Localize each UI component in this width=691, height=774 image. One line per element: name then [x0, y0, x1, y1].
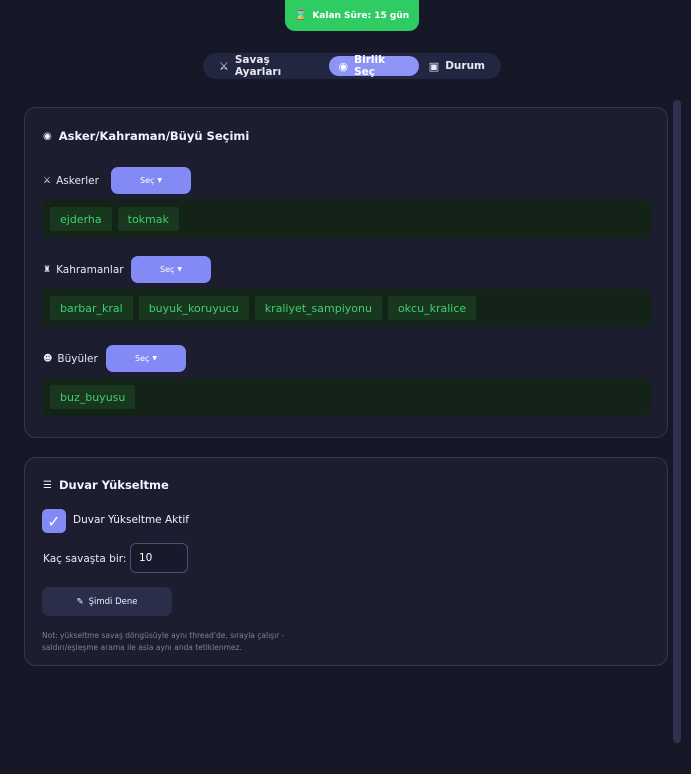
- remaining-time-badge: ⌛ Kalan Süre: 15 gün: [285, 0, 419, 31]
- heroes-tag-list: barbar_kral buyuk_koruyucu kraliyet_samp…: [42, 289, 651, 327]
- hero-tag[interactable]: okcu_kralice: [387, 296, 477, 320]
- spell-tag[interactable]: buz_buyusu: [50, 385, 136, 409]
- card-title-text: Duvar Yükseltme: [58, 478, 169, 492]
- hero-icon: ♜: [43, 265, 52, 275]
- wall-upgrade-note: Not: yükseltme savaş döngüsüyle aynı thr…: [42, 631, 285, 652]
- tab-unit-select[interactable]: ◉ Birlik Seç: [328, 54, 419, 78]
- heroes-label: ♜ Kahramanlar: [43, 264, 124, 276]
- target-icon: ◉: [43, 130, 52, 142]
- hero-tag[interactable]: buyuk_koruyucu: [138, 296, 249, 320]
- troops-tag-list: ejderha tokmak: [42, 200, 651, 238]
- heroes-label-text: Kahramanlar: [56, 264, 124, 276]
- select-button-label: Seç: [159, 265, 175, 274]
- spells-label: ☻ Büyüler: [43, 353, 98, 365]
- interval-input[interactable]: [130, 543, 188, 573]
- pencil-icon: ✎: [76, 596, 84, 607]
- troop-tag[interactable]: tokmak: [117, 207, 179, 231]
- remaining-time-text: Kalan Süre: 15 gün: [312, 10, 410, 21]
- tab-label: Durum: [445, 60, 485, 72]
- tab-label: Birlik Seç: [354, 54, 386, 78]
- hero-tag[interactable]: kraliyet_sampiyonu: [254, 296, 382, 320]
- troops-label-text: Askerler: [56, 175, 99, 187]
- troops-label: ⚔ Askerler: [43, 175, 99, 187]
- chevron-down-icon: ▼: [157, 177, 163, 184]
- interval-label: Kaç savaşta bir:: [43, 553, 127, 565]
- card-title: ☰ Duvar Yükseltme: [43, 478, 169, 492]
- tab-status[interactable]: ▣ Durum: [419, 56, 495, 76]
- tab-label: Savaş Ayarları: [234, 54, 282, 78]
- tab-battle-settings[interactable]: ⚔ Savaş Ayarları: [209, 54, 329, 78]
- wall-upgrade-card: ☰ Duvar Yükseltme ✓ Duvar Yükseltme Akti…: [24, 457, 668, 666]
- troop-tag[interactable]: ejderha: [50, 207, 112, 231]
- spells-label-text: Büyüler: [57, 353, 98, 365]
- unit-selection-card: ◉ Asker/Kahraman/Büyü Seçimi ⚔ Askerler …: [24, 107, 668, 438]
- hero-tag[interactable]: barbar_kral: [50, 296, 133, 320]
- wall-upgrade-checkbox[interactable]: ✓: [42, 509, 66, 533]
- ballot-box-icon: ▣: [428, 59, 440, 73]
- hourglass-icon: ⌛: [294, 10, 308, 21]
- scrollbar[interactable]: [673, 100, 681, 743]
- select-spells-button[interactable]: Seç ▼: [106, 345, 186, 372]
- select-troops-button[interactable]: Seç ▼: [111, 167, 191, 194]
- wall-icon: ☰: [43, 479, 52, 491]
- tab-bar: ⚔ Savaş Ayarları ◉ Birlik Seç ▣ Durum: [203, 53, 501, 79]
- chevron-down-icon: ▼: [152, 355, 158, 362]
- try-now-button[interactable]: ✎ Şimdi Dene: [42, 587, 172, 616]
- crossed-swords-icon: ⚔: [219, 59, 229, 73]
- checkmark-icon: ✓: [47, 511, 61, 531]
- card-title-text: Asker/Kahraman/Büyü Seçimi: [58, 129, 250, 143]
- target-icon: ◉: [338, 59, 349, 73]
- crossed-swords-icon: ⚔: [43, 176, 52, 186]
- select-button-label: Seç: [134, 354, 150, 363]
- spells-tag-list: buz_buyusu: [42, 378, 651, 416]
- select-button-label: Seç: [139, 176, 155, 185]
- select-heroes-button[interactable]: Seç ▼: [131, 256, 211, 283]
- skull-icon: ☻: [43, 354, 53, 364]
- try-now-label: Şimdi Dene: [88, 596, 138, 607]
- card-title: ◉ Asker/Kahraman/Büyü Seçimi: [43, 129, 249, 143]
- chevron-down-icon: ▼: [177, 266, 183, 273]
- scrollbar-thumb[interactable]: [673, 100, 681, 743]
- wall-upgrade-checkbox-label: Duvar Yükseltme Aktif: [73, 514, 189, 526]
